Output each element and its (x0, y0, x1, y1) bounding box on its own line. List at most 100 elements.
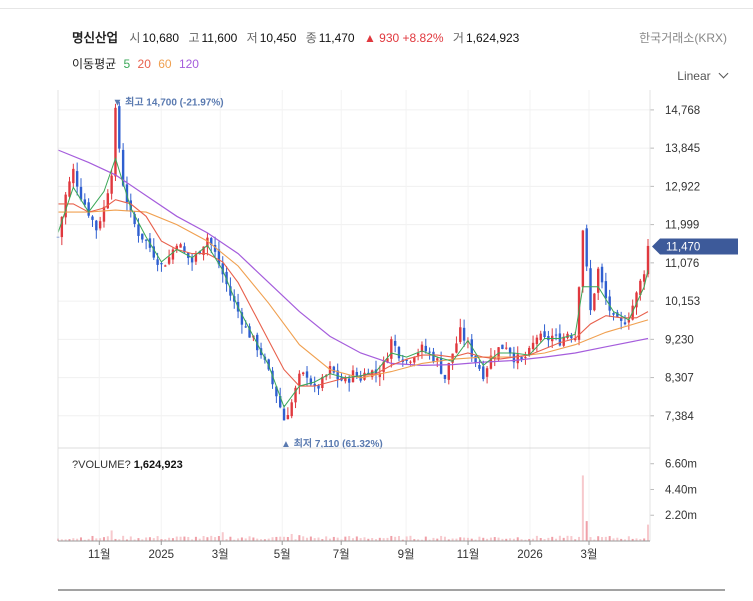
candle-body (355, 372, 359, 377)
candle-body (141, 233, 144, 240)
candle-body (298, 373, 301, 386)
candle-body (332, 366, 336, 373)
volume-bar (497, 537, 500, 541)
volume-bar (187, 536, 190, 541)
volume-bar (91, 535, 94, 541)
candle-body (612, 313, 615, 315)
volume-bar (298, 535, 301, 541)
candle-body (474, 355, 477, 363)
volume-bar (397, 536, 400, 541)
volume-bar (102, 537, 105, 541)
candle-body (171, 249, 175, 260)
candle-body (455, 343, 458, 353)
volume-bar (206, 537, 209, 541)
time-tick-label: 2026 (517, 549, 543, 561)
price-tick-label: 8,307 (665, 373, 694, 385)
price-tick-label: 14,768 (665, 105, 700, 117)
candle-body (432, 351, 435, 362)
candle-body (428, 351, 431, 353)
candle-body (160, 263, 163, 265)
candle-body (413, 357, 416, 363)
candle-body (409, 361, 412, 363)
time-tick-label: 11월 (457, 548, 480, 561)
volume-bar (409, 535, 412, 541)
candle-body (596, 268, 600, 293)
time-tick-label: 11월 (88, 548, 111, 561)
price-tick-label: 13,845 (665, 143, 700, 155)
volume-tick-label: 2.20m (665, 510, 697, 522)
candle-body (554, 334, 558, 336)
volume-tick-label: 4.40m (665, 484, 697, 496)
time-axis: 11월 2025 3월 5월 7월 9월 11월 2026 3월 (88, 541, 597, 561)
volume-bar (463, 537, 466, 541)
price-chart: 14,768 13,845 12,922 11,999 11,076 10,153 9,23… (56, 90, 738, 591)
candle-body (558, 333, 562, 346)
ma-20-line (58, 199, 649, 387)
candle-body (520, 356, 523, 360)
volume-bar (210, 535, 213, 541)
candle-body (524, 357, 527, 359)
volume-bar (355, 536, 358, 541)
volume-panel: ?VOLUME? 1,624,923 6.60m 4.40m 2.20m (57, 459, 697, 541)
volume-bar (589, 537, 592, 541)
volume-bar (390, 535, 393, 541)
volume-bar (286, 536, 289, 541)
candle-body (459, 327, 462, 342)
volume-bar (229, 536, 232, 541)
candle-body (144, 239, 148, 241)
volume-bar (558, 535, 561, 541)
candle-body (447, 363, 450, 380)
volume-bar (597, 536, 600, 541)
volume-bar (363, 537, 366, 541)
candle-body (600, 266, 604, 283)
time-tick-label: 9월 (398, 548, 415, 561)
candle-body (290, 402, 293, 417)
volume-bar (156, 536, 159, 541)
candle-body (363, 372, 366, 380)
candle-body (164, 265, 167, 267)
candle-body (305, 371, 309, 378)
volume-bar (604, 536, 607, 541)
volume-bar (440, 535, 443, 541)
candle-body (436, 358, 439, 361)
volume-bar (110, 530, 113, 541)
candle-body (501, 344, 504, 349)
last-price-label: 11,470 (666, 242, 700, 254)
candle-body (137, 224, 140, 236)
price-tick-label: 11,076 (665, 258, 699, 270)
volume-bar (332, 536, 335, 541)
volume-bar (627, 536, 630, 541)
price-axis: 14,768 13,845 12,922 11,999 11,076 10,153 9,23… (650, 105, 700, 423)
candle-body (478, 364, 481, 369)
candle-body (393, 340, 397, 346)
max-annotation: ▼ 최고 14,700 (-21.97%) (112, 96, 223, 109)
candle-body (535, 337, 539, 345)
candle-body (347, 378, 351, 383)
candle-body (646, 245, 650, 275)
volume-bar (516, 537, 519, 541)
candle-body (424, 345, 427, 352)
volume-bar (405, 536, 408, 541)
candle-body (110, 175, 113, 194)
volume-bar (194, 536, 197, 541)
candle-body (516, 354, 519, 364)
volume-bar (336, 537, 339, 541)
candle-body (102, 206, 106, 222)
time-tick-label: 7월 (333, 548, 350, 561)
volume-tick-label: 6.60m (665, 459, 697, 471)
candle-body (114, 107, 117, 177)
candle-body (443, 374, 447, 379)
candle-body (72, 168, 75, 184)
volume-bar (478, 536, 481, 541)
volume-bar (581, 475, 584, 541)
volume-bar (551, 536, 554, 541)
candle-body (642, 274, 646, 282)
volume-bar (647, 524, 649, 541)
volume-bar (275, 536, 278, 541)
candle-body (397, 347, 401, 359)
candle-body (156, 259, 159, 265)
price-tick-label: 9,230 (665, 334, 694, 346)
candle-body (416, 352, 420, 356)
ma-60-line (58, 209, 649, 379)
candle-body (581, 230, 585, 288)
